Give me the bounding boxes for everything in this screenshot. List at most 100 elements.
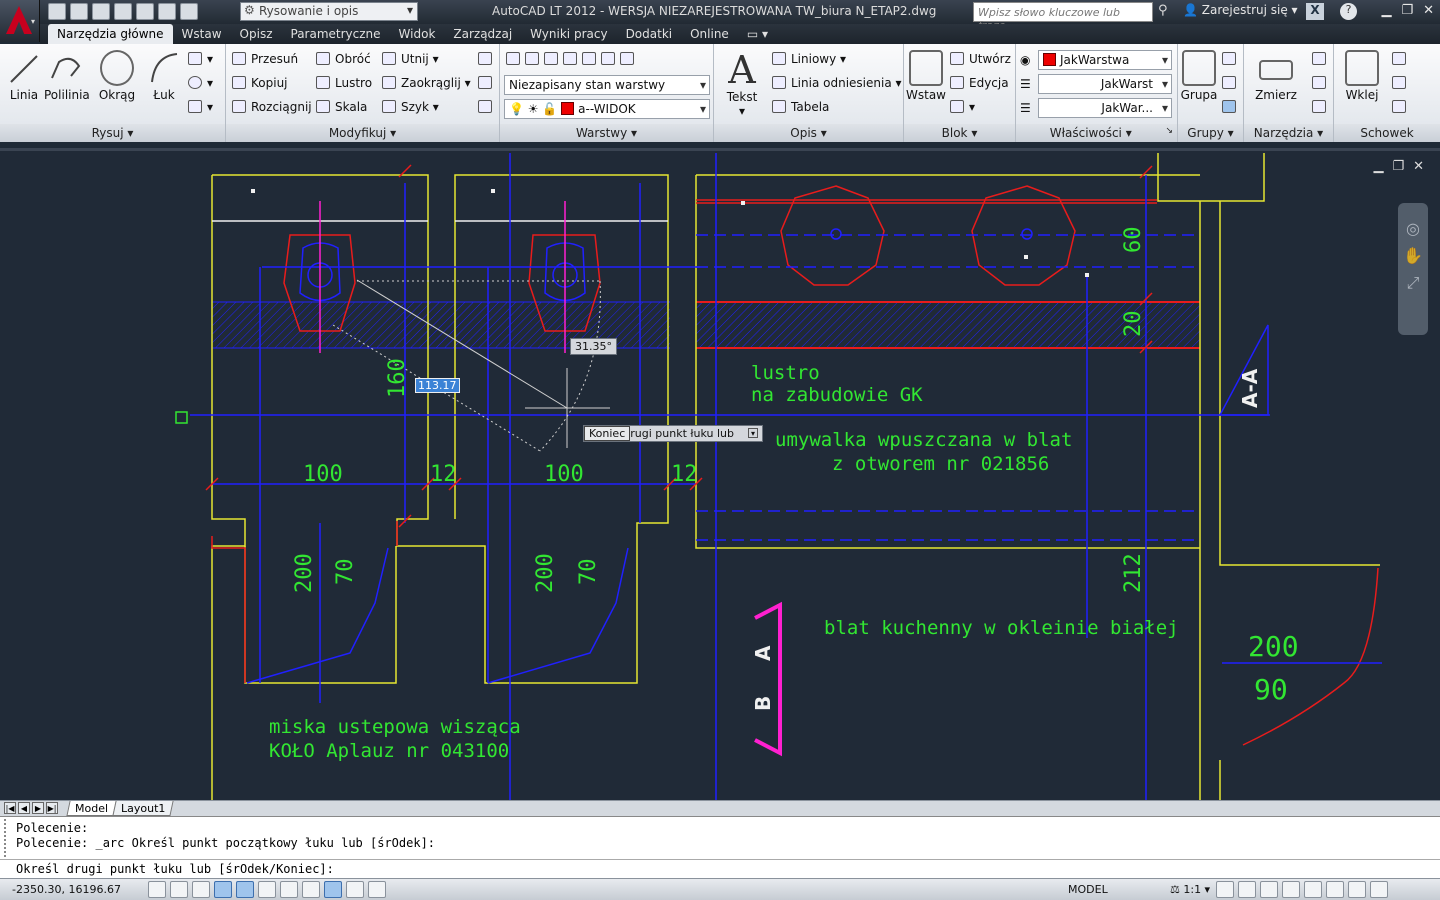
ducs-icon[interactable] xyxy=(302,881,320,898)
copy-clip-icon[interactable] xyxy=(1392,76,1411,90)
help-search-input[interactable]: Wpisz słowo kluczowe lub frazę xyxy=(973,2,1153,32)
stretch-button[interactable]: Rozciągnij xyxy=(232,100,312,114)
polyline-button[interactable]: Polilinia xyxy=(44,50,90,102)
navigation-bar[interactable]: ◎ ✋ ⤢ xyxy=(1398,203,1428,335)
linear-dim-button[interactable]: Liniowy ▾ xyxy=(772,52,846,66)
panel-annotation-title[interactable]: Opis ▾ xyxy=(714,124,903,142)
tab-addins[interactable]: Dodatki xyxy=(617,24,682,44)
tab-insert[interactable]: Wstaw xyxy=(173,24,231,44)
hatch-button[interactable]: ▾ xyxy=(188,100,213,114)
last-layout-icon[interactable]: ▶| xyxy=(46,802,58,814)
text-button[interactable]: A Tekst ▾ xyxy=(722,50,762,118)
rectangle-button[interactable]: ▾ xyxy=(188,52,213,66)
clean-screen-icon[interactable] xyxy=(1370,881,1388,898)
insert-block-button[interactable]: Wstaw xyxy=(906,50,946,102)
pan-icon[interactable]: ✋ xyxy=(1398,246,1428,265)
viewport-restore-icon[interactable]: ❐ xyxy=(1392,159,1404,174)
otrack-icon[interactable] xyxy=(280,881,298,898)
layer-isolate-icon[interactable] xyxy=(563,52,577,65)
leader-button[interactable]: Linia odniesienia ▾ xyxy=(772,76,902,90)
arc-button[interactable]: Łuk xyxy=(146,50,182,102)
coordinates-readout[interactable]: -2350.30, 16196.67 xyxy=(12,883,121,896)
tab-parametric[interactable]: Parametryczne xyxy=(282,24,390,44)
auto-scale-icon[interactable] xyxy=(1238,881,1256,898)
annotation-scale[interactable]: ⚖ 1:1 ▾ xyxy=(1170,883,1210,896)
panel-properties-title[interactable]: Właściwości ▾ ↘ xyxy=(1016,124,1177,142)
paste-button[interactable]: Wklej xyxy=(1342,50,1382,102)
ribbon-options-icon[interactable]: ▭ ▾ xyxy=(738,24,777,44)
application-menu-button[interactable]: ▾ xyxy=(0,0,40,42)
polar-icon[interactable] xyxy=(214,881,232,898)
tab-home[interactable]: Narzędzia główne xyxy=(48,24,173,44)
tab-online[interactable]: Online xyxy=(681,24,738,44)
mirror-button[interactable]: Lustro xyxy=(316,76,372,90)
panel-launcher-icon[interactable]: ↘ xyxy=(1165,126,1173,136)
erase-button[interactable] xyxy=(478,52,497,66)
panel-modify-title[interactable]: Modyfikuj ▾ xyxy=(226,124,499,142)
calculator-icon[interactable] xyxy=(1312,100,1331,114)
lock-ui-icon[interactable] xyxy=(1282,881,1300,898)
explode-button[interactable] xyxy=(478,76,497,90)
model-space-button[interactable]: MODEL xyxy=(1068,883,1108,896)
layer-state-select[interactable]: Niezapisany stan warstwy xyxy=(504,75,710,95)
ortho-icon[interactable] xyxy=(192,881,210,898)
close-icon[interactable]: ✕ xyxy=(1423,3,1434,18)
new-icon[interactable] xyxy=(48,3,66,20)
trim-button[interactable]: Utnij ▾ xyxy=(382,52,439,66)
group-selection-icon[interactable] xyxy=(1222,100,1241,114)
command-input[interactable]: Określ drugi punkt łuku lub [śrOdek/Koni… xyxy=(0,859,1440,878)
fillet-button[interactable]: Zaokrąglij ▾ xyxy=(382,76,471,90)
tab-layout1[interactable]: Layout1 xyxy=(112,801,175,816)
tab-view[interactable]: Widok xyxy=(390,24,445,44)
save-as-icon[interactable] xyxy=(114,3,132,20)
layer-unisolate-icon[interactable] xyxy=(582,52,596,65)
copy-button[interactable]: Kopiuj xyxy=(232,76,288,90)
measure-button[interactable]: Zmierz xyxy=(1254,50,1298,102)
quick-properties-icon[interactable] xyxy=(368,881,386,898)
edit-block-button[interactable]: Edycja xyxy=(950,76,1009,90)
color-select[interactable]: JakWarstwa xyxy=(1038,50,1172,70)
panel-utilities-title[interactable]: Narzędzia ▾ xyxy=(1244,124,1333,142)
undo-icon[interactable] xyxy=(158,3,176,20)
steering-wheel-icon[interactable]: ◎ xyxy=(1398,219,1428,238)
layer-match-icon[interactable] xyxy=(525,52,539,65)
option-endpoint[interactable]: Koniec xyxy=(584,426,631,441)
lineweight-toggle-icon[interactable] xyxy=(346,881,364,898)
annotation-visibility-icon[interactable] xyxy=(1216,881,1234,898)
ungroup-icon[interactable] xyxy=(1222,52,1241,66)
save-icon[interactable] xyxy=(92,3,110,20)
match-properties-icon[interactable] xyxy=(1392,100,1411,114)
line-button[interactable]: Linia xyxy=(6,50,42,102)
redo-icon[interactable] xyxy=(180,3,198,20)
rotate-button[interactable]: Obróć xyxy=(316,52,371,66)
tab-annotate[interactable]: Opisz xyxy=(231,24,282,44)
workspace-switch-icon[interactable] xyxy=(1260,881,1278,898)
create-block-button[interactable]: Utwórz xyxy=(950,52,1011,66)
attribute-button[interactable]: ▾ xyxy=(950,100,975,114)
cut-icon[interactable] xyxy=(1392,52,1411,66)
move-button[interactable]: Przesuń xyxy=(232,52,298,66)
zoom-extents-icon[interactable]: ⤢ xyxy=(1398,273,1428,293)
snap-icon[interactable] xyxy=(148,881,166,898)
circle-button[interactable]: Okrąg xyxy=(98,50,136,102)
open-icon[interactable] xyxy=(70,3,88,20)
tab-manage[interactable]: Zarządzaj xyxy=(444,24,521,44)
panel-layers-title[interactable]: Warstwy ▾ xyxy=(500,124,713,142)
offset-button[interactable] xyxy=(478,100,497,114)
command-grip[interactable] xyxy=(4,819,10,857)
scale-button[interactable]: Skala xyxy=(316,100,367,114)
dynamic-input-field[interactable]: 113.17 xyxy=(415,378,460,393)
group-button[interactable]: Grupa xyxy=(1180,50,1218,102)
layer-off-icon[interactable] xyxy=(620,52,634,65)
viewport-close-icon[interactable]: ✕ xyxy=(1413,159,1424,174)
table-button[interactable]: Tabela xyxy=(772,100,829,114)
layer-previous-icon[interactable] xyxy=(544,52,558,65)
hardware-accel-icon[interactable] xyxy=(1304,881,1322,898)
lineweight-select[interactable]: JakWar... xyxy=(1038,98,1172,118)
print-icon[interactable] xyxy=(136,3,154,20)
panel-draw-title[interactable]: Rysuj ▾ xyxy=(0,124,225,142)
prompt-options-icon[interactable]: ▾ xyxy=(748,428,758,438)
status-menu-icon[interactable] xyxy=(1348,881,1366,898)
group-edit-icon[interactable] xyxy=(1222,76,1241,90)
linetype-select[interactable]: JakWarst xyxy=(1038,74,1172,94)
